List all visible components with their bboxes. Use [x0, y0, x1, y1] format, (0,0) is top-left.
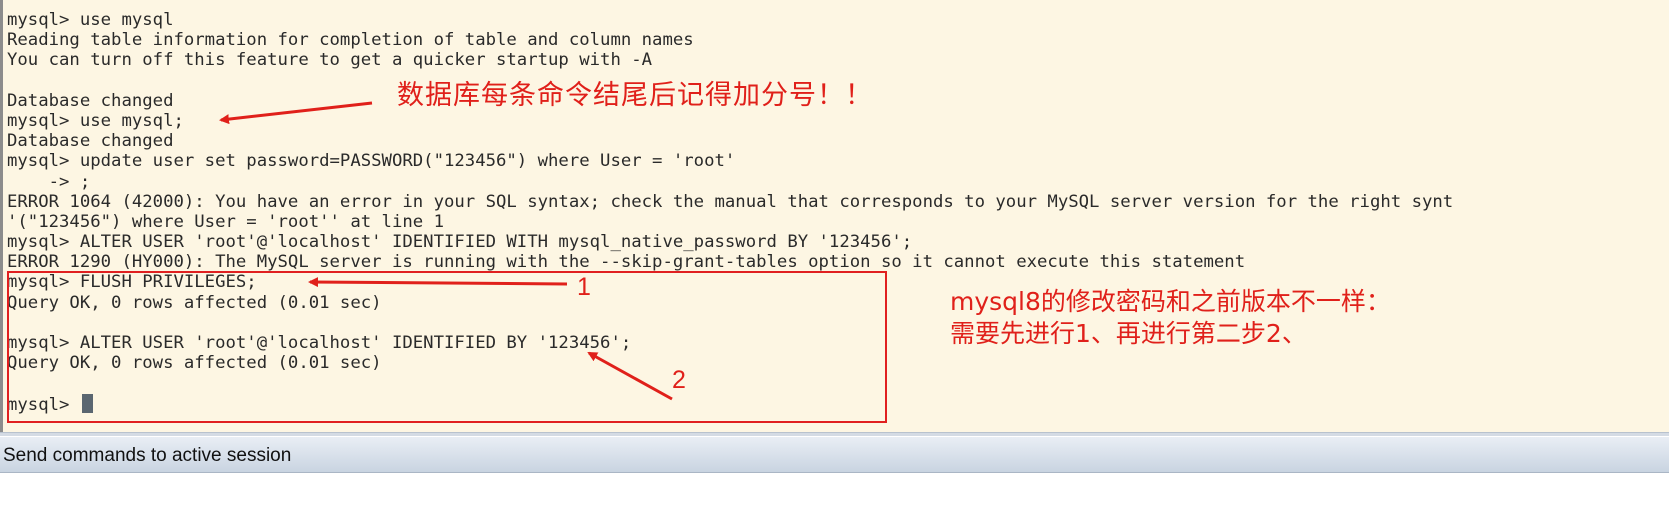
app-window: mysql> use mysql Reading table informatio…: [0, 0, 1669, 506]
terminal-line: mysql> update user set password=PASSWORD…: [7, 151, 736, 172]
terminal-line: mysql> use mysql: [7, 10, 174, 30]
terminal-line: Reading table information for completion…: [7, 30, 694, 51]
command-input-area[interactable]: [0, 473, 1669, 506]
terminal-line: '("123456") where User = 'root'' at line…: [7, 211, 444, 232]
terminal-line: -> ;: [7, 171, 91, 192]
highlight-box: [7, 271, 887, 423]
terminal-line: ERROR 1064 (42000): You have an error in…: [7, 191, 1454, 212]
terminal-line: Database changed: [7, 90, 174, 111]
terminal-line: mysql> use mysql;: [7, 110, 184, 131]
send-commands-label[interactable]: Send commands to active session: [3, 445, 291, 467]
terminal-line: You can turn off this feature to get a q…: [7, 50, 653, 71]
terminal-line: ERROR 1290 (HY000): The MySQL server is …: [7, 252, 1246, 273]
terminal-pane[interactable]: mysql> use mysql Reading table informatio…: [0, 0, 1669, 432]
send-commands-bar[interactable]: Send commands to active session: [0, 437, 1669, 473]
pane-divider[interactable]: [0, 432, 1669, 436]
terminal-line: Database changed: [7, 131, 174, 152]
terminal-line: mysql> ALTER USER 'root'@'localhost' IDE…: [7, 232, 913, 253]
